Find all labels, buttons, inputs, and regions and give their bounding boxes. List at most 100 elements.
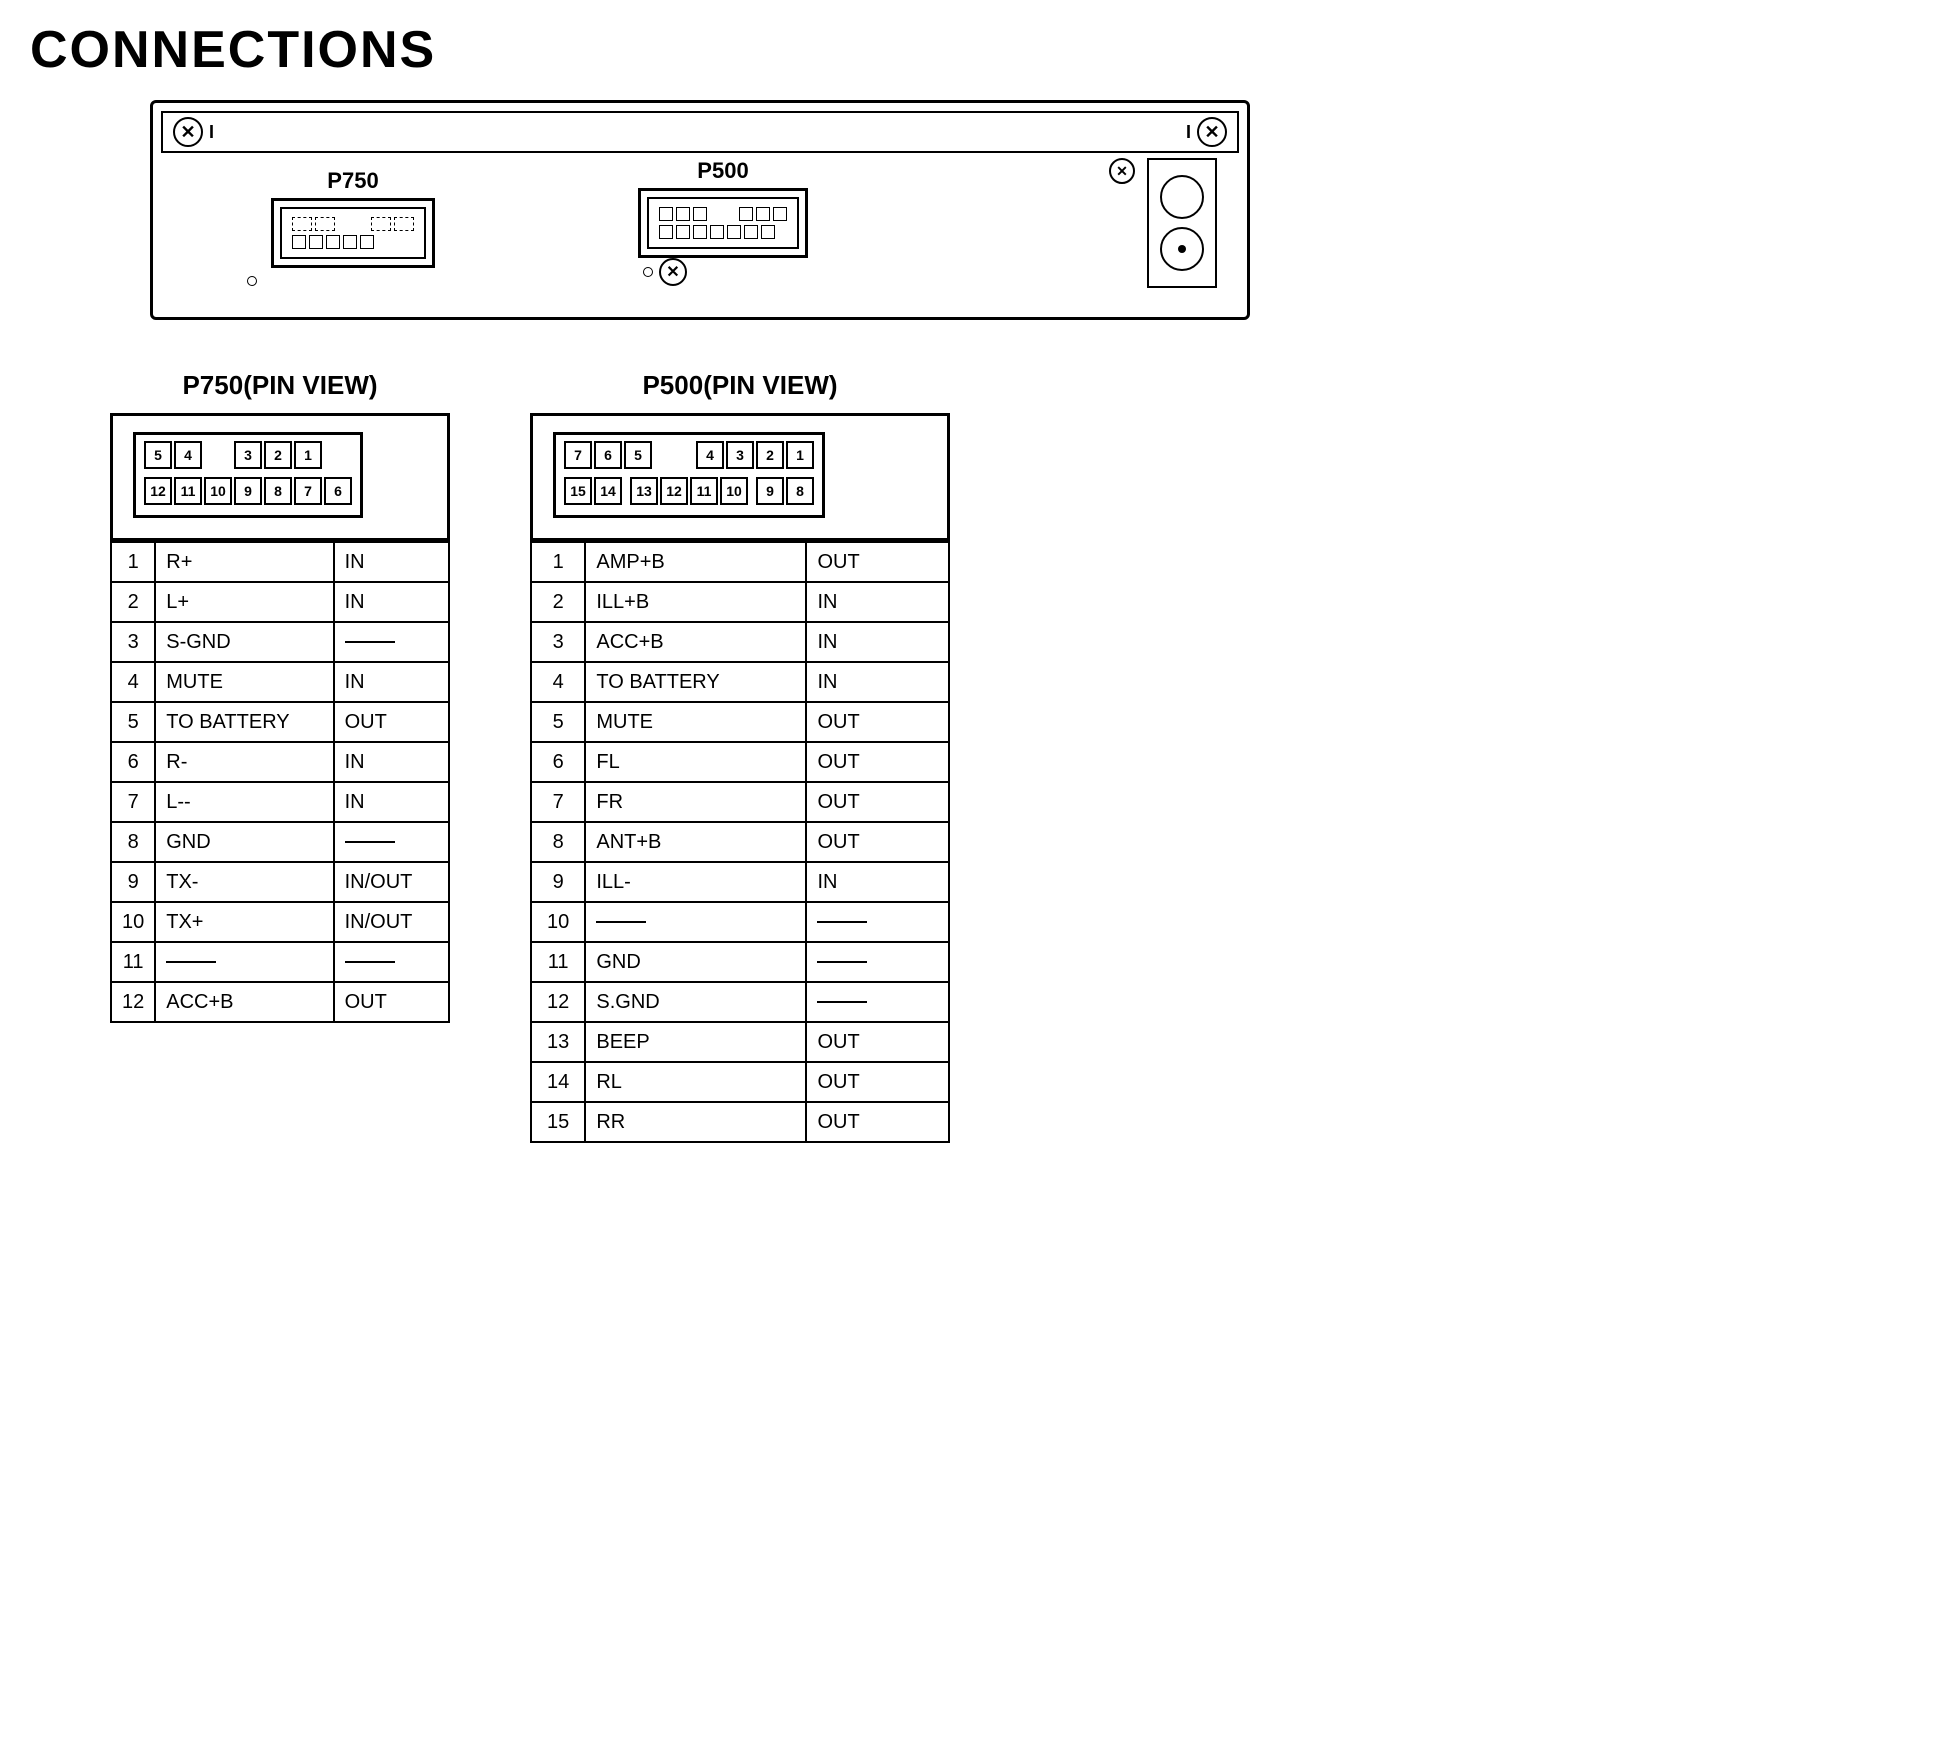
pin-name: L--	[155, 782, 333, 822]
table-row: 3 ACC+B IN	[531, 622, 949, 662]
pin-name: R-	[155, 742, 333, 782]
pin-num: 13	[531, 1022, 585, 1062]
pin-750-3: 3	[234, 441, 262, 469]
p500-pin-view-section: P500(PIN VIEW) 7 6 5 4 3 2 1 15 14	[530, 370, 950, 1143]
p500-bot-row: 15 14 13 12 11 10 9 8	[564, 477, 814, 505]
pin-500-5: 5	[624, 441, 652, 469]
pin-500-9: 9	[756, 477, 784, 505]
pin-num: 1	[531, 542, 585, 582]
p750-table: 1 R+ IN 2 L+ IN 3 S-GND 4 MUTE IN 5 TO B…	[110, 541, 450, 1023]
pin-500-6: 6	[594, 441, 622, 469]
page-title: CONNECTIONS	[30, 20, 1924, 80]
pin-dir: IN	[806, 582, 949, 622]
p500-table: 1 AMP+B OUT 2 ILL+B IN 3 ACC+B IN 4 TO B…	[530, 541, 950, 1143]
pin-num: 1	[111, 542, 155, 582]
pin-name: R+	[155, 542, 333, 582]
table-row: 8 GND	[111, 822, 449, 862]
right-box	[1147, 158, 1217, 288]
table-row: 5 TO BATTERY OUT	[111, 702, 449, 742]
table-row: 3 S-GND	[111, 622, 449, 662]
big-circle-2	[1160, 227, 1204, 271]
pin-name: MUTE	[155, 662, 333, 702]
pin-name: ILL-	[585, 862, 806, 902]
pin-dir: OUT	[806, 822, 949, 862]
pin-dir: OUT	[806, 782, 949, 822]
pin-name: AMP+B	[585, 542, 806, 582]
pin-500-4: 4	[696, 441, 724, 469]
pin-num: 6	[531, 742, 585, 782]
pin-name	[155, 942, 333, 982]
pin-views-container: P750(PIN VIEW) 5 4 3 2 1 12 11 10 9	[110, 370, 1924, 1143]
p500-pin-view-title: P500(PIN VIEW)	[530, 370, 950, 401]
pin-name: ANT+B	[585, 822, 806, 862]
pin-dir: IN	[334, 742, 449, 782]
pin-num: 4	[531, 662, 585, 702]
pin-750-4: 4	[174, 441, 202, 469]
pin-750-8: 8	[264, 477, 292, 505]
pin-500-15: 15	[564, 477, 592, 505]
table-row: 8 ANT+B OUT	[531, 822, 949, 862]
pin-750-11: 11	[174, 477, 202, 505]
pin-name	[585, 902, 806, 942]
pin-num: 7	[531, 782, 585, 822]
pin-dir	[334, 822, 449, 862]
pin-name: BEEP	[585, 1022, 806, 1062]
table-row: 12 S.GND	[531, 982, 949, 1022]
pin-750-10: 10	[204, 477, 232, 505]
table-row: 7 FR OUT	[531, 782, 949, 822]
pin-num: 12	[111, 982, 155, 1022]
pin-name: ACC+B	[585, 622, 806, 662]
p750-connector: P750	[243, 168, 463, 286]
pin-dir: IN/OUT	[334, 902, 449, 942]
table-row: 4 MUTE IN	[111, 662, 449, 702]
pin-num: 2	[531, 582, 585, 622]
pin-num: 7	[111, 782, 155, 822]
unit-diagram: ✕ I I ✕ P750	[150, 100, 1250, 320]
pin-dir: IN	[806, 662, 949, 702]
pin-500-7: 7	[564, 441, 592, 469]
pin-500-11: 11	[690, 477, 718, 505]
pin-dir: OUT	[806, 742, 949, 782]
pin-500-12: 12	[660, 477, 688, 505]
pin-name: RR	[585, 1102, 806, 1142]
pin-num: 8	[111, 822, 155, 862]
pin-num: 12	[531, 982, 585, 1022]
right-x-label: I ✕	[1186, 117, 1227, 147]
table-row: 14 RL OUT	[531, 1062, 949, 1102]
table-row: 9 TX- IN/OUT	[111, 862, 449, 902]
pin-name: S-GND	[155, 622, 333, 662]
pin-name: S.GND	[585, 982, 806, 1022]
p750-pin-connector: 5 4 3 2 1 12 11 10 9 8 7 6	[133, 432, 363, 518]
right-x-circle: ✕	[1197, 117, 1227, 147]
unit-top-bar: ✕ I I ✕	[161, 111, 1239, 153]
pin-dir: IN	[334, 542, 449, 582]
pin-num: 5	[531, 702, 585, 742]
table-row: 11	[111, 942, 449, 982]
pin-750-7: 7	[294, 477, 322, 505]
pin-dir: OUT	[806, 1062, 949, 1102]
pin-500-2: 2	[756, 441, 784, 469]
pin-num: 10	[531, 902, 585, 942]
pin-500-13: 13	[630, 477, 658, 505]
pin-dir: IN	[334, 582, 449, 622]
pin-name: GND	[155, 822, 333, 862]
pin-num: 11	[531, 942, 585, 982]
pin-name: L+	[155, 582, 333, 622]
pin-dir	[806, 902, 949, 942]
p500-connector-label: P500	[583, 158, 863, 184]
p750-connector-body	[271, 198, 435, 268]
pin-750-12: 12	[144, 477, 172, 505]
pin-name: RL	[585, 1062, 806, 1102]
right-elements: ✕	[1109, 158, 1217, 288]
p500-connector: P500	[583, 158, 863, 258]
pin-750-6: 6	[324, 477, 352, 505]
pin-dir: OUT	[806, 702, 949, 742]
p750-pin-view-section: P750(PIN VIEW) 5 4 3 2 1 12 11 10 9	[110, 370, 450, 1143]
pin-num: 9	[531, 862, 585, 902]
table-row: 7 L-- IN	[111, 782, 449, 822]
table-row: 4 TO BATTERY IN	[531, 662, 949, 702]
pin-750-9: 9	[234, 477, 262, 505]
left-x-text: I	[209, 122, 214, 143]
table-row: 10 TX+ IN/OUT	[111, 902, 449, 942]
pin-dir: OUT	[334, 702, 449, 742]
